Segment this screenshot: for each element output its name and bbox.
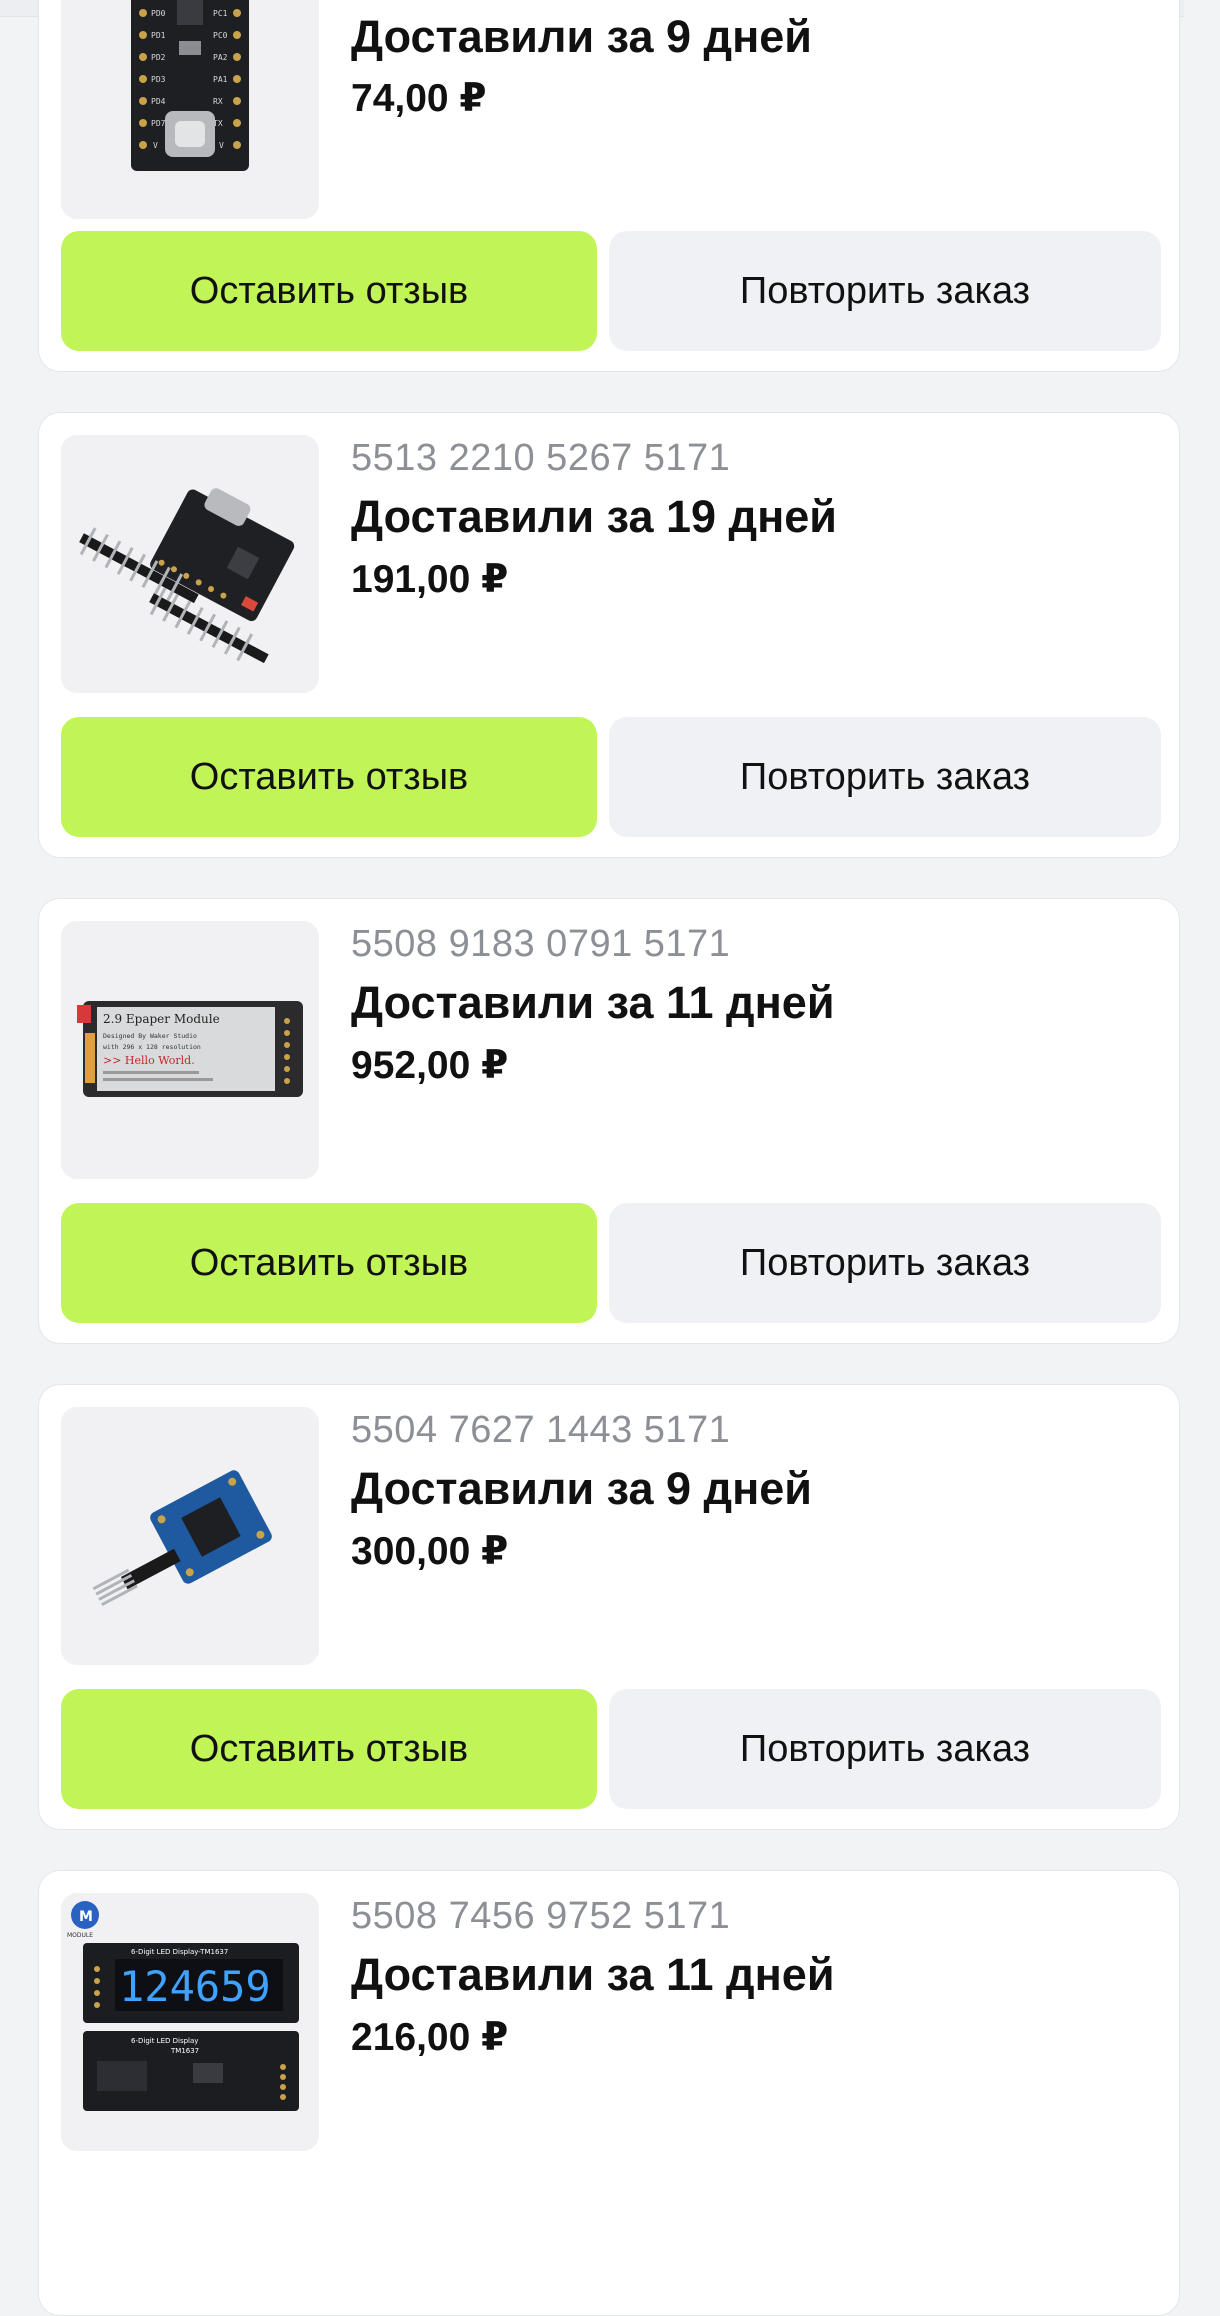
display-back-title-text: 6-Digit LED Display: [131, 2037, 198, 2045]
order-card[interactable]: M MODULE 6-Digit LED Display-TM1637 1246…: [38, 1870, 1180, 2316]
blue-sensor-module-icon: [61, 1407, 319, 1665]
delivery-status: Доставили за 11 дней: [351, 977, 835, 1028]
order-card[interactable]: PC7PD0PD1 PD2PD3PD4 PD7V PC2PC1PC0 PA2PA…: [38, 0, 1180, 372]
leave-review-button[interactable]: Оставить отзыв: [61, 1689, 597, 1809]
svg-text:M: M: [79, 1909, 93, 1925]
delivery-status: Доставили за 9 дней: [351, 1463, 812, 1514]
svg-text:PA2: PA2: [213, 53, 228, 62]
delivery-status: Доставили за 19 дней: [351, 491, 837, 542]
svg-text:PC0: PC0: [213, 31, 228, 40]
epaper-hello-text: >> Hello World.: [103, 1054, 195, 1067]
epaper-module-icon: 2.9 Epaper Module Designed By Waker Stud…: [61, 921, 319, 1179]
svg-text:PD1: PD1: [151, 31, 166, 40]
svg-text:PD2: PD2: [151, 53, 166, 62]
order-price: 74,00 ₽: [351, 77, 487, 120]
leave-review-button[interactable]: Оставить отзыв: [61, 1203, 597, 1323]
order-number: 5513 2210 5267 5171: [351, 437, 731, 479]
leave-review-button[interactable]: Оставить отзыв: [61, 717, 597, 837]
module-logo-text: MODULE: [67, 1932, 93, 1939]
repeat-order-button[interactable]: Повторить заказ: [609, 1203, 1161, 1323]
svg-text:V: V: [219, 141, 224, 150]
svg-text:PC1: PC1: [213, 9, 228, 18]
product-image[interactable]: [61, 1407, 319, 1665]
delivery-status: Доставили за 9 дней: [351, 11, 812, 62]
epaper-designer-text: Designed By Waker Studio: [103, 1032, 197, 1040]
product-image[interactable]: 2.9 Epaper Module Designed By Waker Stud…: [61, 921, 319, 1179]
order-price: 952,00 ₽: [351, 1044, 509, 1087]
order-price: 300,00 ₽: [351, 1530, 509, 1573]
epaper-resolution-text: with 296 x 128 resolution: [103, 1043, 201, 1051]
usb-c-mini-board-with-pin-headers-icon: [61, 435, 319, 693]
product-image[interactable]: PC7PD0PD1 PD2PD3PD4 PD7V PC2PC1PC0 PA2PA…: [61, 0, 319, 219]
order-price: 191,00 ₽: [351, 558, 509, 601]
svg-text:PD0: PD0: [151, 9, 166, 18]
svg-text:PD3: PD3: [151, 75, 166, 84]
display-back-chip-text: TM1637: [170, 2047, 199, 2055]
epaper-title-text: 2.9 Epaper Module: [103, 1012, 220, 1026]
order-number: 5508 9183 0791 5171: [351, 923, 731, 965]
page-edge: [1184, 0, 1220, 2201]
order-price: 216,00 ₽: [351, 2016, 509, 2059]
repeat-order-button[interactable]: Повторить заказ: [609, 231, 1161, 351]
order-number: 5504 7627 1443 5171: [351, 1409, 731, 1451]
repeat-order-button[interactable]: Повторить заказ: [609, 717, 1161, 837]
svg-text:PA1: PA1: [213, 75, 228, 84]
order-card[interactable]: 2.9 Epaper Module Designed By Waker Stud…: [38, 898, 1180, 1344]
svg-text:RX: RX: [213, 97, 223, 106]
repeat-order-button[interactable]: Повторить заказ: [609, 1689, 1161, 1809]
delivery-status: Доставили за 11 дней: [351, 1949, 835, 2000]
svg-text:V: V: [153, 141, 158, 150]
display-header-text: 6-Digit LED Display-TM1637: [131, 1948, 228, 1956]
product-image[interactable]: M MODULE 6-Digit LED Display-TM1637 1246…: [61, 1893, 319, 2151]
leave-review-button[interactable]: Оставить отзыв: [61, 231, 597, 351]
usb-c-dev-board-black-icon: PC7PD0PD1 PD2PD3PD4 PD7V PC2PC1PC0 PA2PA…: [61, 0, 319, 219]
order-card[interactable]: 5504 7627 1443 5171 Доставили за 9 дней …: [38, 1384, 1180, 1830]
order-card[interactable]: 5513 2210 5267 5171 Доставили за 19 дней…: [38, 412, 1180, 858]
svg-text:PD4: PD4: [151, 97, 166, 106]
led-display-module-icon: M MODULE 6-Digit LED Display-TM1637 1246…: [61, 1893, 319, 2151]
order-number: 5508 7456 9752 5171: [351, 1895, 731, 1937]
product-image[interactable]: [61, 435, 319, 693]
svg-text:PD7: PD7: [151, 119, 166, 128]
display-digits-text: 124659: [119, 1962, 271, 2011]
